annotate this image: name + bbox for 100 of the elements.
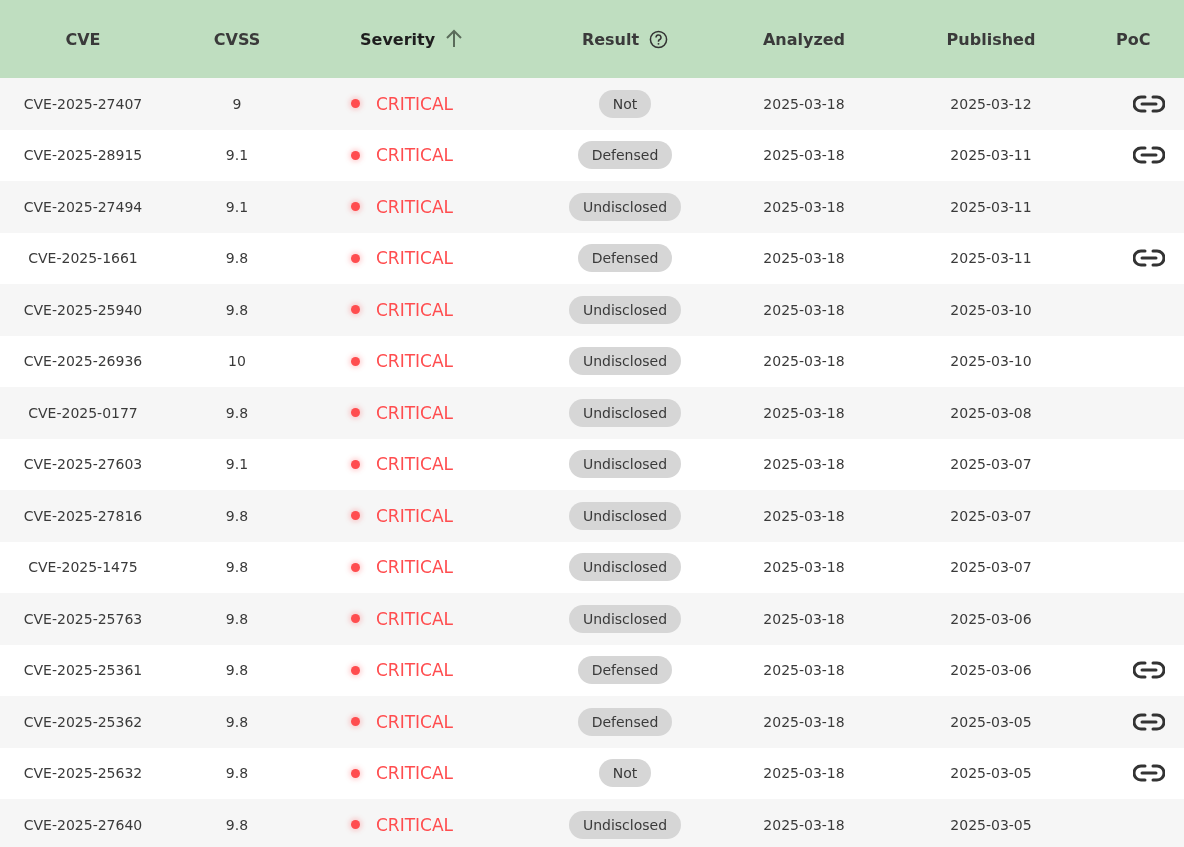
severity-label: CRITICAL	[376, 145, 454, 166]
table-cell: 2025-03-18	[763, 662, 845, 679]
table-cell: CVE-2025-25940	[23, 301, 143, 318]
column-header[interactable]: PoC	[1116, 29, 1151, 49]
result-badge: Not	[598, 759, 652, 788]
table-cell: 2025-03-18	[763, 198, 845, 215]
status-dot	[351, 305, 360, 315]
table-cell: 2025-03-10	[950, 353, 1032, 370]
help-icon	[649, 29, 669, 49]
link-icon[interactable]	[1133, 94, 1165, 113]
severity-label: CRITICAL	[376, 711, 454, 732]
result-badge: Undisclosed	[568, 398, 682, 427]
table-cell: 2025-03-18	[763, 353, 845, 370]
result-badge: Undisclosed	[568, 295, 682, 324]
result-badge: Undisclosed	[568, 450, 682, 479]
table-cell: CVE-2025-27640	[23, 816, 143, 833]
result-badge: Undisclosed	[568, 501, 682, 530]
table-cell: 2025-03-10	[950, 301, 1032, 318]
table-cell: 2025-03-05	[950, 765, 1032, 782]
table-cell: CVE-2025-27494	[23, 198, 143, 215]
table-cell: 9.1	[225, 456, 249, 473]
table-cell: 9.8	[225, 816, 249, 833]
table-cell: CVE-2025-25362	[23, 713, 143, 730]
table-cell: 2025-03-05	[950, 816, 1032, 833]
link-icon[interactable]	[1133, 764, 1165, 783]
link-icon[interactable]	[1133, 146, 1165, 165]
table-cell: 9.8	[225, 507, 249, 524]
result-badge: Defensed	[577, 244, 673, 273]
table-cell: 2025-03-06	[950, 610, 1032, 627]
table-cell: CVE-2025-27603	[23, 456, 143, 473]
table-cell: 2025-03-18	[763, 507, 845, 524]
table-cell: 9.8	[225, 250, 249, 267]
status-dot	[351, 99, 360, 109]
table-cell: 2025-03-06	[950, 662, 1032, 679]
result-badge: Not	[598, 89, 652, 118]
column-header[interactable]: Result	[581, 29, 640, 49]
link-icon[interactable]	[1133, 661, 1165, 680]
table-cell: 9.8	[225, 765, 249, 782]
status-dot	[351, 717, 360, 727]
status-dot	[351, 408, 360, 418]
result-badge: Defensed	[577, 656, 673, 685]
table-cell: 9.1	[225, 147, 249, 164]
table-cell: 9	[232, 95, 242, 112]
table-cell: CVE-2025-26936	[23, 353, 143, 370]
status-dot	[351, 253, 360, 263]
table-cell: 2025-03-18	[763, 147, 845, 164]
severity-label: CRITICAL	[376, 93, 454, 114]
result-badge: Undisclosed	[568, 347, 682, 376]
table-cell: 2025-03-18	[763, 765, 845, 782]
table-cell: 10	[228, 353, 246, 370]
column-header[interactable]: Severity	[360, 29, 436, 49]
table-cell: 2025-03-18	[763, 250, 845, 267]
table-cell: 2025-03-18	[763, 610, 845, 627]
table-cell: 2025-03-07	[950, 456, 1032, 473]
status-dot	[351, 202, 360, 212]
result-badge: Defensed	[577, 707, 673, 736]
table-cell: 2025-03-18	[763, 559, 845, 576]
table-cell: 9.8	[225, 404, 249, 421]
status-dot	[351, 665, 360, 675]
table-cell: CVE-2025-1475	[28, 559, 138, 576]
table-cell: 9.8	[225, 559, 249, 576]
severity-label: CRITICAL	[376, 763, 454, 784]
severity-label: CRITICAL	[376, 299, 454, 320]
severity-label: CRITICAL	[376, 660, 454, 681]
column-header[interactable]: Analyzed	[762, 29, 846, 49]
severity-label: CRITICAL	[376, 814, 454, 835]
table-cell: 2025-03-05	[950, 713, 1032, 730]
severity-label: CRITICAL	[376, 351, 454, 372]
table-cell: CVE-2025-25763	[23, 610, 143, 627]
severity-label: CRITICAL	[376, 248, 454, 269]
severity-label: CRITICAL	[376, 402, 454, 423]
table-cell: CVE-2025-0177	[28, 404, 138, 421]
column-header[interactable]: CVSS	[213, 29, 261, 49]
table-cell: 9.8	[225, 301, 249, 318]
status-dot	[351, 820, 360, 830]
table-cell: 2025-03-18	[763, 404, 845, 421]
table-cell: 9.8	[225, 610, 249, 627]
result-badge: Undisclosed	[568, 604, 682, 633]
sort-up-icon	[445, 29, 464, 49]
column-header[interactable]: CVE	[65, 29, 101, 49]
status-dot	[351, 768, 360, 778]
table-cell: CVE-2025-25361	[23, 662, 143, 679]
table-cell: 2025-03-11	[950, 198, 1032, 215]
table-cell: CVE-2025-1661	[28, 250, 138, 267]
severity-label: CRITICAL	[376, 505, 454, 526]
result-badge: Undisclosed	[568, 553, 682, 582]
status-dot	[351, 150, 360, 160]
table-cell: 2025-03-07	[950, 507, 1032, 524]
table-cell: 2025-03-11	[950, 147, 1032, 164]
table-cell: 2025-03-18	[763, 816, 845, 833]
status-dot	[351, 356, 360, 366]
table-cell: 2025-03-18	[763, 713, 845, 730]
table-cell: 2025-03-07	[950, 559, 1032, 576]
table-cell: 2025-03-08	[950, 404, 1032, 421]
result-badge: Undisclosed	[568, 192, 682, 221]
column-header[interactable]: Published	[946, 29, 1036, 49]
result-badge: Undisclosed	[568, 810, 682, 839]
table-cell: CVE-2025-27816	[23, 507, 143, 524]
link-icon[interactable]	[1133, 712, 1165, 731]
link-icon[interactable]	[1133, 249, 1165, 268]
